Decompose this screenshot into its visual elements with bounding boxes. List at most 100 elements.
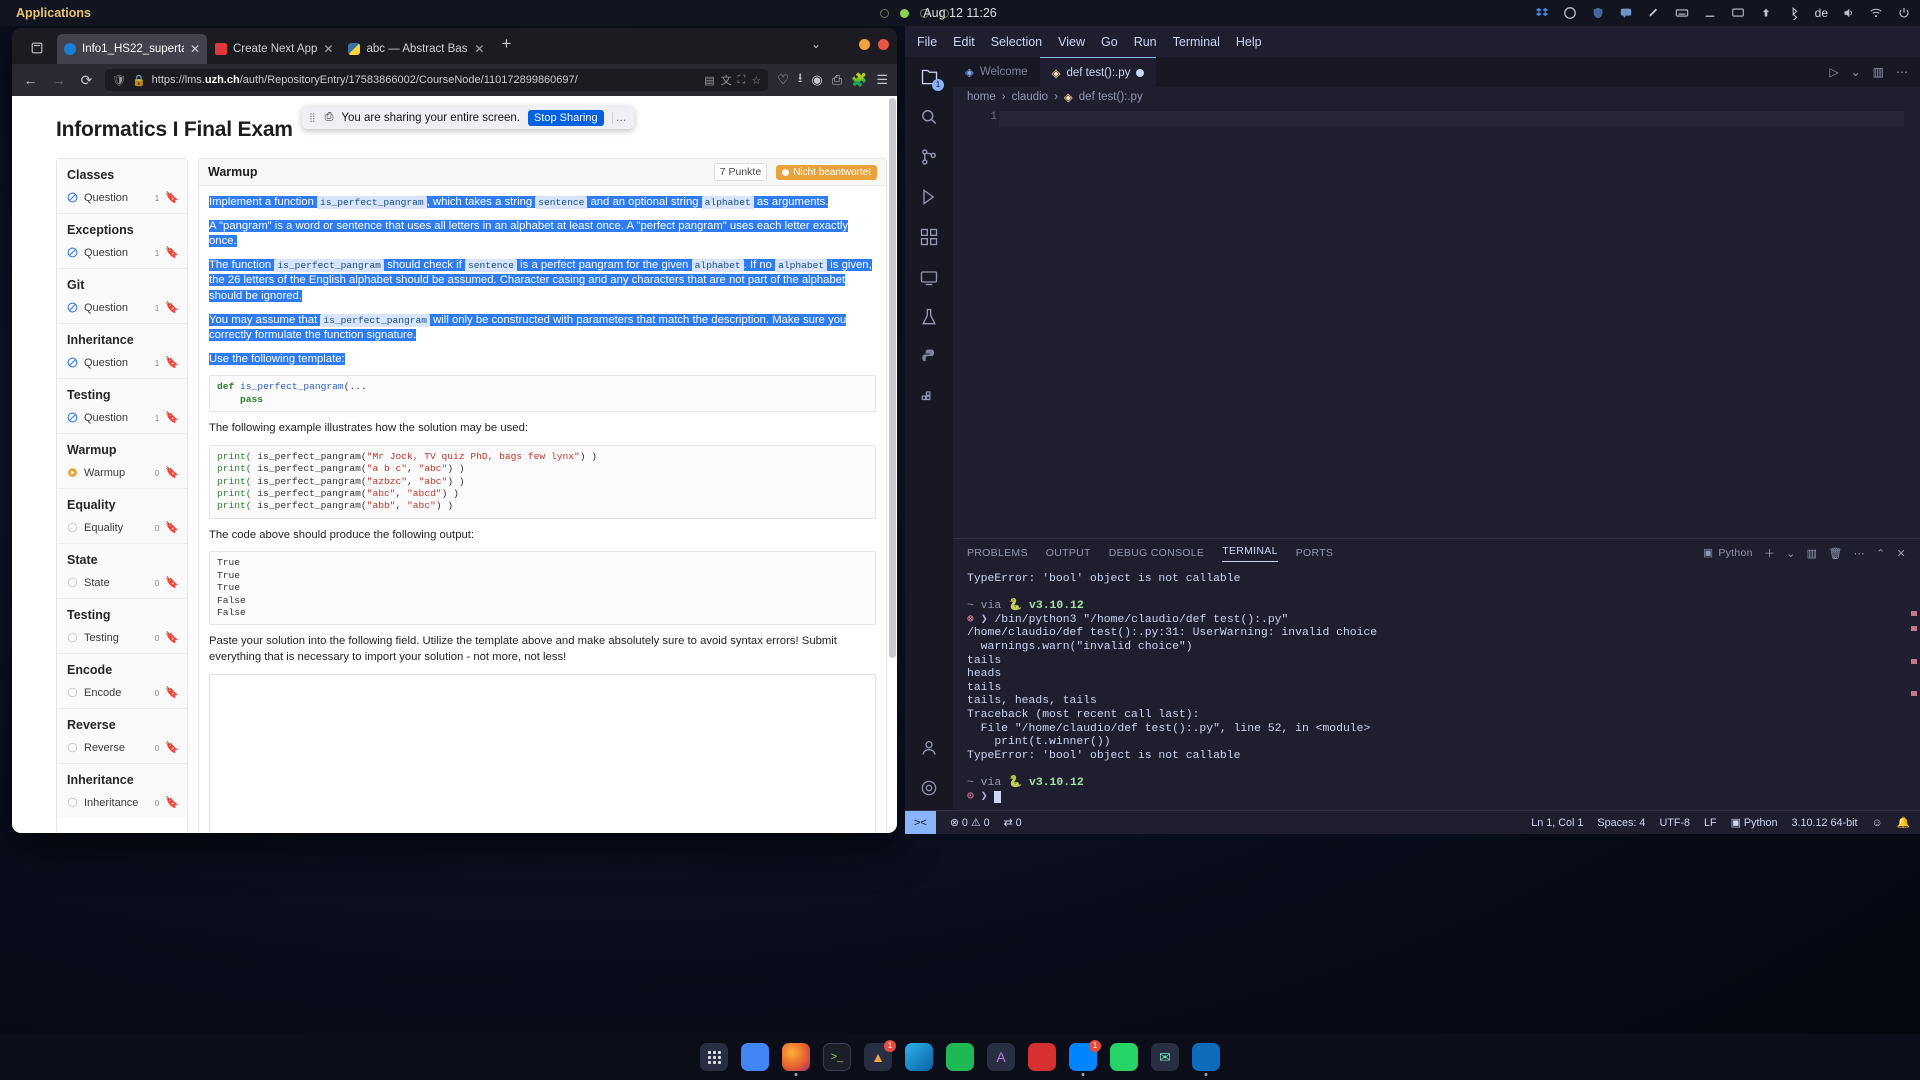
encoding-status[interactable]: UTF-8 [1659, 817, 1690, 829]
account-icon[interactable]: ◉ [811, 72, 822, 88]
interpreter-status[interactable]: 3.10.12 64-bit [1791, 817, 1857, 829]
testing-icon[interactable] [917, 305, 941, 329]
bookmark-icon[interactable]: 🔖 [165, 356, 179, 369]
bookmark-icon[interactable]: 🔖 [165, 521, 179, 534]
browser-tab-1[interactable]: Create Next App ✕ [208, 34, 340, 64]
bookmark-icon[interactable]: 🔖 [165, 466, 179, 479]
new-tab-button[interactable]: + [492, 34, 520, 58]
nav-card-row[interactable]: Question 1 🔖 [57, 242, 187, 268]
screen-icon[interactable] [1731, 6, 1746, 21]
source-control-icon[interactable] [917, 145, 941, 169]
nav-card-equality[interactable]: Equality Equality 0 🔖 [57, 489, 187, 544]
stop-sharing-button[interactable]: Stop Sharing [527, 109, 604, 126]
dock-terminal[interactable]: >_ [823, 1043, 851, 1071]
clock[interactable]: Aug 12 11:26 [923, 6, 996, 20]
maximize-panel-icon[interactable]: ⌃ [1876, 547, 1886, 560]
menu-terminal[interactable]: Terminal [1173, 35, 1220, 49]
nav-card-row[interactable]: Question 1 🔖 [57, 352, 187, 378]
screen-share-banner[interactable]: ⣿ ⎙ You are sharing your entire screen. … [302, 106, 634, 129]
account-icon[interactable] [917, 736, 941, 760]
more-actions-icon[interactable]: ⋯ [1854, 547, 1865, 560]
dock-whatsapp[interactable] [1110, 1043, 1138, 1071]
circle-icon[interactable] [1563, 6, 1578, 21]
chat-icon[interactable] [1619, 6, 1634, 21]
unsaved-indicator-icon[interactable] [1136, 68, 1145, 77]
bookmark-icon[interactable]: 🔖 [165, 631, 179, 644]
dock-messenger[interactable]: 1 [1069, 1040, 1101, 1076]
bookmark-icon[interactable]: 🔖 [165, 686, 179, 699]
ports-status[interactable]: ⇄ 0 [1004, 816, 1022, 829]
minimize-button[interactable] [859, 38, 870, 50]
bookmark-icon[interactable]: 🔖 [165, 576, 179, 589]
more-actions-icon[interactable]: ⋯ [1896, 65, 1908, 79]
extensions-toolbar-icon[interactable]: 🧩 [851, 72, 867, 88]
close-panel-icon[interactable]: ✕ [1896, 547, 1906, 560]
page-scrollbar[interactable] [889, 98, 896, 818]
power-icon[interactable] [1897, 6, 1912, 21]
hamburger-menu-icon[interactable]: ☰ [876, 72, 888, 88]
browser-tab-2[interactable]: abc — Abstract Base C ✕ [341, 34, 491, 64]
drag-handle[interactable]: ⣿ [309, 112, 317, 123]
feedback-icon[interactable]: ☺ [1872, 817, 1883, 829]
search-icon[interactable] [917, 105, 941, 129]
dock-mail[interactable]: ✉ [1151, 1043, 1179, 1071]
nav-card-exceptions[interactable]: Exceptions Question 1 🔖 [57, 214, 187, 269]
menu-help[interactable]: Help [1236, 35, 1262, 49]
bluetooth-icon[interactable] [1787, 6, 1802, 21]
nav-card-row[interactable]: Encode 0 🔖 [57, 682, 187, 708]
scrollbar-thumb[interactable] [889, 98, 896, 658]
bell-icon[interactable]: 🔔 [1897, 816, 1910, 829]
menu-file[interactable]: File [917, 35, 937, 49]
nav-card-reverse[interactable]: Reverse Reverse 0 🔖 [57, 709, 187, 764]
reader-view-icon[interactable]: ▤ [704, 74, 714, 87]
star-icon[interactable]: ☆ [751, 74, 761, 87]
workspace-dot-1[interactable] [880, 8, 889, 18]
url-text[interactable]: https://lms.uzh.ch/auth/RepositoryEntry/… [152, 74, 699, 86]
upload-icon[interactable] [1759, 6, 1774, 21]
reload-icon[interactable]: ⟳ [77, 72, 96, 89]
remote-indicator[interactable]: >< [905, 810, 936, 834]
chevron-down-icon[interactable]: ⌄ [1851, 65, 1861, 79]
extensions-icon[interactable] [917, 225, 941, 249]
menu-go[interactable]: Go [1101, 35, 1118, 49]
breadcrumb-home[interactable]: home [967, 91, 996, 103]
bookmark-icon[interactable]: 🔖 [165, 741, 179, 754]
language-mode-status[interactable]: ▣ Python [1731, 816, 1778, 829]
panel-tab-ports[interactable]: PORTS [1296, 547, 1333, 559]
nav-card-row[interactable]: Warmup 0 🔖 [57, 462, 187, 488]
breadcrumb-file[interactable]: def test():.py [1079, 91, 1143, 103]
nav-card-testing-1[interactable]: Testing Question 1 🔖 [57, 379, 187, 434]
dock-vscode[interactable] [1192, 1043, 1220, 1076]
dock-app-grid[interactable] [700, 1043, 728, 1071]
problems-status[interactable]: ⊗ 0 ⚠ 0 [950, 816, 990, 829]
answer-textarea[interactable] [209, 673, 876, 833]
kill-terminal-icon[interactable]: 🗑 [1828, 547, 1842, 560]
browser-tab-2-close-icon[interactable]: ✕ [474, 42, 484, 56]
nav-card-row[interactable]: Reverse 0 🔖 [57, 737, 187, 763]
explorer-icon[interactable]: 1 [917, 65, 944, 91]
workspace-dot-2[interactable] [900, 8, 909, 18]
firefox-window[interactable]: Info1_HS22_supertab ✕ Create Next App ✕ … [12, 28, 897, 833]
dock-vlc[interactable]: 1 ▲ [864, 1040, 896, 1071]
nav-card-row[interactable]: Question 1 🔖 [57, 187, 187, 213]
nav-card-row[interactable]: Question 1 🔖 [57, 407, 187, 433]
docker-icon[interactable] [917, 385, 941, 409]
keyboard-icon[interactable] [1675, 6, 1690, 21]
pen-icon[interactable] [1647, 6, 1662, 21]
nav-card-row[interactable]: Question 1 🔖 [57, 297, 187, 323]
split-terminal-icon[interactable]: ▥ [1807, 547, 1818, 560]
bookmark-icon[interactable]: 🔖 [165, 246, 179, 259]
nav-card-inheritance[interactable]: Inheritance Question 1 🔖 [57, 324, 187, 379]
nav-card-row[interactable]: Testing 0 🔖 [57, 627, 187, 653]
menu-edit[interactable]: Edit [953, 35, 975, 49]
split-editor-icon[interactable]: ▥ [1873, 65, 1884, 79]
code-editor[interactable]: 1 [953, 107, 1920, 538]
volume-icon[interactable] [1841, 6, 1856, 21]
remote-explorer-icon[interactable] [917, 265, 941, 289]
back-arrow-icon[interactable]: ← [21, 72, 40, 88]
menu-run[interactable]: Run [1134, 35, 1157, 49]
nav-card-row[interactable]: State 0 🔖 [57, 572, 187, 598]
bookmark-icon[interactable]: 🔖 [165, 301, 179, 314]
indentation-status[interactable]: Spaces: 4 [1597, 817, 1645, 829]
browser-tab-1-close-icon[interactable]: ✕ [323, 42, 333, 56]
